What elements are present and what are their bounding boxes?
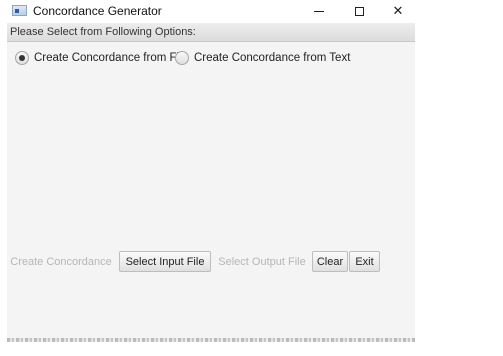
options-header: Please Select from Following Options: (7, 23, 415, 42)
radio-create-from-file[interactable]: Create Concordance from File (15, 50, 188, 66)
create-concordance-button[interactable]: Create Concordance (7, 251, 115, 272)
app-window: Concordance Generator ✕ Please Select fr… (0, 0, 415, 340)
maximize-button[interactable] (342, 0, 376, 22)
radio-create-from-text[interactable]: Create Concordance from Text (175, 50, 350, 66)
radio-label-from-text: Create Concordance from Text (194, 52, 351, 64)
action-buttons: Create Concordance Select Input File Sel… (7, 251, 415, 273)
radio-label-from-file: Create Concordance from File (34, 52, 189, 64)
minimize-button[interactable] (302, 0, 336, 22)
title-bar[interactable]: Concordance Generator ✕ (0, 0, 415, 22)
options-header-label: Please Select from Following Options: (10, 26, 196, 38)
radio-circle-unselected[interactable] (175, 51, 189, 65)
minimize-icon (314, 10, 324, 12)
select-input-file-button[interactable]: Select Input File (119, 251, 211, 272)
exit-button[interactable]: Exit (349, 251, 380, 272)
clear-button[interactable]: Clear (312, 251, 348, 272)
close-button[interactable]: ✕ (381, 0, 415, 22)
source-options: Create Concordance from File Create Conc… (7, 48, 415, 68)
radio-circle-selected[interactable] (15, 51, 29, 65)
app-window-icon (12, 5, 27, 16)
clipped-text-strip (7, 338, 415, 342)
close-icon: ✕ (392, 3, 404, 18)
window-title: Concordance Generator (33, 4, 162, 18)
main-panel: Please Select from Following Options: Cr… (7, 23, 415, 340)
maximize-icon (354, 6, 364, 16)
select-output-file-button[interactable]: Select Output File (213, 251, 311, 272)
